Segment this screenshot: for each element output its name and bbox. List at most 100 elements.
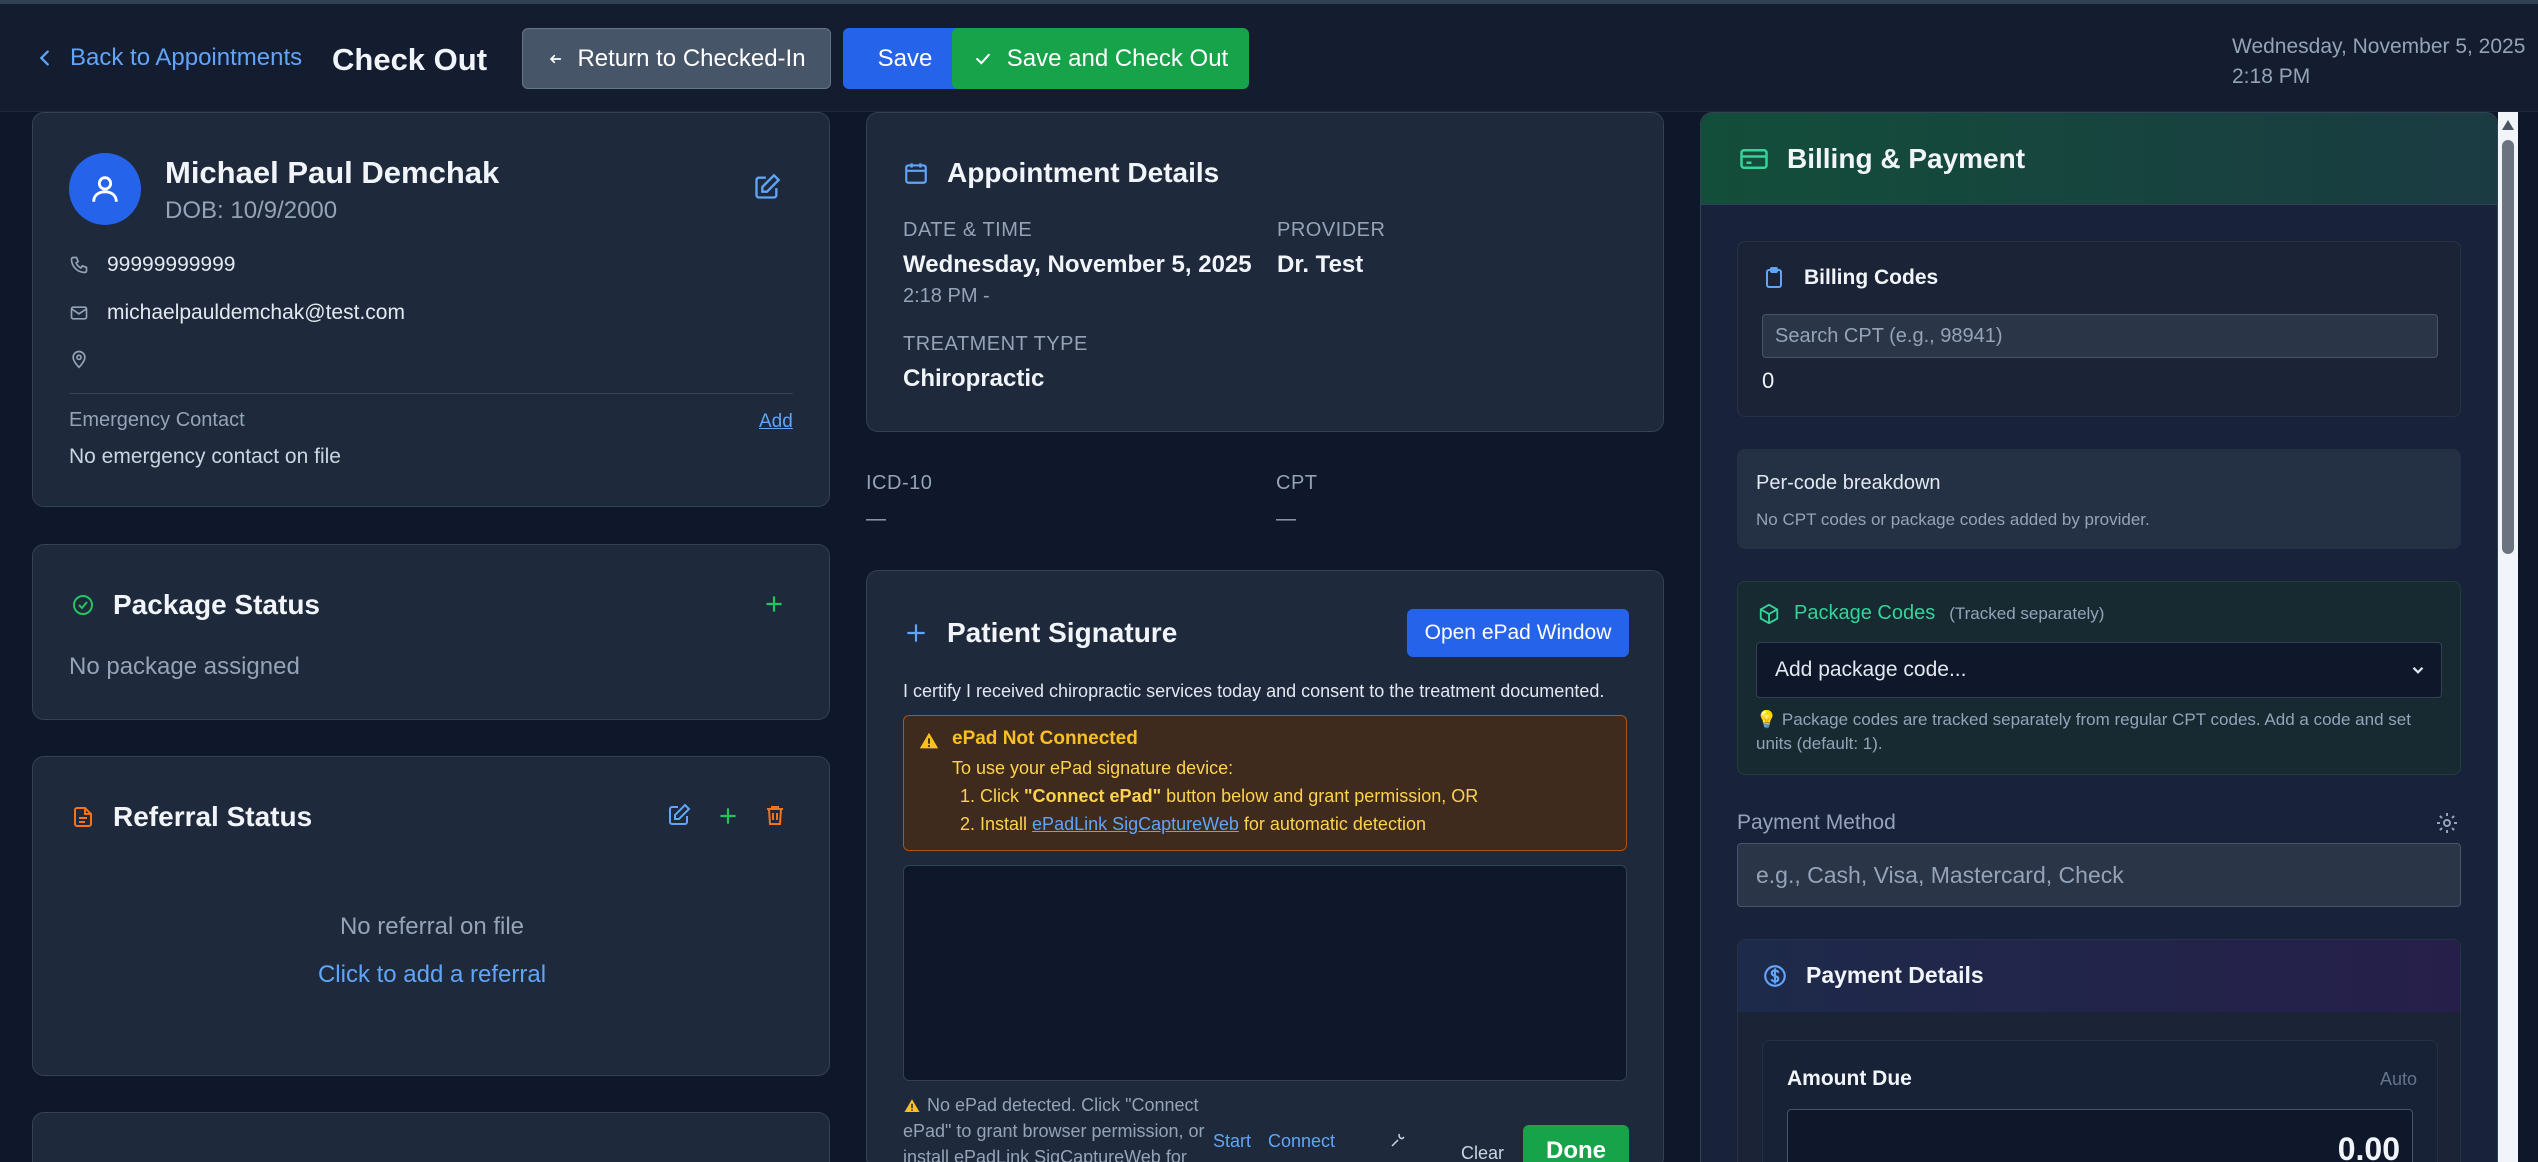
edit-patient-button[interactable] xyxy=(753,173,781,201)
warning-icon xyxy=(903,1097,921,1115)
arrow-left-icon xyxy=(547,51,563,67)
epad-warning-step1: 1. Click "Connect ePad" button below and… xyxy=(960,786,1478,807)
chevron-left-icon xyxy=(34,47,56,69)
epad-warning-box: ePad Not Connected To use your ePad sign… xyxy=(903,715,1627,851)
chevron-down-icon xyxy=(2409,661,2427,679)
check-icon xyxy=(973,49,993,69)
address-row xyxy=(69,349,107,369)
cpt-search-input[interactable]: Search CPT (e.g., 98941) xyxy=(1762,314,2438,358)
return-to-checked-in-button[interactable]: Return to Checked-In xyxy=(522,28,831,89)
step1-bold: "Connect ePad" xyxy=(1024,786,1162,806)
referral-status-card: Referral Status No referral on file Clic… xyxy=(32,756,830,1076)
billing-codes-section: Billing Codes Search CPT (e.g., 98941) 0 xyxy=(1737,241,2461,417)
epad-warning-intro: To use your ePad signature device: xyxy=(952,758,1234,778)
header-time: 2:18 PM xyxy=(2232,65,2311,88)
add-package-button[interactable] xyxy=(761,591,787,617)
done-signature-button[interactable]: Done xyxy=(1523,1125,1629,1162)
billing-title-row: Billing & Payment xyxy=(1739,143,2025,175)
user-icon xyxy=(92,176,118,202)
package-hint-line1: 💡 Package codes are tracked separately f… xyxy=(1756,710,2411,729)
save-and-check-out-button[interactable]: Save and Check Out xyxy=(952,28,1249,89)
payment-details-title-row: Payment Details xyxy=(1762,962,1984,989)
calendar-icon xyxy=(903,160,929,186)
per-code-breakdown-section: Per-code breakdown No CPT codes or packa… xyxy=(1737,449,2461,549)
amount-due-mode: Auto xyxy=(2379,1069,2417,1089)
back-to-appointments-link[interactable]: Back to Appointments xyxy=(34,44,302,72)
warning-icon xyxy=(918,730,940,752)
phone-row: 99999999999 xyxy=(69,253,235,277)
emergency-contact-value: No emergency contact on file xyxy=(69,445,341,468)
referral-empty-text: No referral on file xyxy=(339,913,525,940)
package-codes-note: (Tracked separately) xyxy=(1949,603,2105,623)
billing-codes-count: 0 xyxy=(1762,368,1775,393)
plus-icon xyxy=(903,620,929,646)
start-button[interactable]: Start xyxy=(1213,1131,1251,1152)
signature-pad[interactable] xyxy=(903,865,1627,1081)
amount-due-value: 0.00 xyxy=(2337,1130,2400,1162)
map-pin-icon xyxy=(69,349,89,369)
email-row: michaelpauldemchak@test.com xyxy=(69,301,405,325)
page-title: Check Out xyxy=(332,42,488,77)
edit-referral-button[interactable] xyxy=(667,803,693,829)
date-time-label: DATE & TIME xyxy=(903,219,1033,241)
mail-icon xyxy=(69,303,89,323)
provider-label: PROVIDER xyxy=(1277,219,1386,241)
epadlink-link[interactable]: ePadLink SigCaptureWeb xyxy=(1032,814,1239,834)
check-circle-icon xyxy=(71,593,95,617)
appointment-details-title: Appointment Details xyxy=(947,157,1220,188)
dollar-icon xyxy=(1762,963,1788,989)
appointment-details-card: Appointment Details DATE & TIME Wednesda… xyxy=(866,112,1664,432)
clear-signature-button[interactable]: Clear xyxy=(1461,1143,1504,1162)
payment-details-section: Payment Details Amount Due Auto 0.00 xyxy=(1737,939,2461,1162)
document-icon xyxy=(71,805,95,829)
scroll-up-arrow[interactable] xyxy=(2502,120,2514,130)
open-epad-window-button[interactable]: Open ePad Window xyxy=(1407,609,1629,657)
billing-codes-title-row: Billing Codes xyxy=(1762,266,1938,290)
save-button[interactable]: Save xyxy=(843,28,967,89)
add-emergency-contact-link[interactable]: Add xyxy=(759,411,793,433)
package-status-value: No package assigned xyxy=(69,653,300,680)
package-codes-title: Package Codes xyxy=(1794,602,1936,624)
package-hint-line2: units (default: 1). xyxy=(1756,734,1883,753)
time-value: 2:18 PM - xyxy=(903,285,990,307)
provider-value: Dr. Test xyxy=(1277,251,1364,278)
package-icon xyxy=(1758,603,1780,625)
treatment-type-label: TREATMENT TYPE xyxy=(903,333,1088,355)
step2-prefix: 2. Install xyxy=(960,814,1033,834)
package-code-select[interactable]: Add package code... xyxy=(1756,642,2442,698)
payment-details-title: Payment Details xyxy=(1806,962,1984,988)
edit-icon xyxy=(667,803,691,827)
emergency-contact-label: Emergency Contact xyxy=(69,409,245,431)
cpt-value: — xyxy=(1276,508,1296,530)
treatment-type-value: Chiropractic xyxy=(903,365,1045,392)
credit-card-icon xyxy=(1739,144,1769,174)
billing-payment-card: Billing & Payment Billing Codes Search C… xyxy=(1700,112,2498,1162)
package-codes-section: Package Codes (Tracked separately) Add p… xyxy=(1737,581,2461,775)
scrollbar[interactable] xyxy=(2498,112,2518,1162)
scrollbar-thumb[interactable] xyxy=(2502,140,2514,554)
plus-icon xyxy=(761,591,787,617)
package-status-title: Package Status xyxy=(113,589,320,620)
add-referral-button[interactable] xyxy=(715,803,741,829)
breakdown-empty-text: No CPT codes or package codes added by p… xyxy=(1756,510,2150,529)
patient-card: Michael Paul Demchak DOB: 10/9/2000 9999… xyxy=(32,112,830,507)
divider xyxy=(69,393,793,394)
gear-icon[interactable] xyxy=(2435,811,2459,835)
add-referral-link[interactable]: Click to add a referral xyxy=(33,961,831,989)
billing-codes-title: Billing Codes xyxy=(1804,266,1939,289)
header-date: Wednesday, November 5, 2025 xyxy=(2232,35,2526,58)
appointment-details-title-row: Appointment Details xyxy=(903,157,1219,189)
package-codes-title-row: Package Codes (Tracked separately) xyxy=(1758,602,2104,625)
patient-email: michaelpauldemchak@test.com xyxy=(107,301,405,324)
connect-epad-button[interactable]: Connect xyxy=(1268,1131,1335,1152)
no-epad-line2: ePad" to grant browser permission, or xyxy=(903,1121,1205,1141)
delete-referral-button[interactable] xyxy=(763,803,789,829)
icd10-label: ICD-10 xyxy=(866,472,933,494)
payment-method-input[interactable]: e.g., Cash, Visa, Mastercard, Check xyxy=(1737,843,2461,907)
amount-due-label: Amount Due xyxy=(1787,1067,1912,1090)
wrench-icon[interactable] xyxy=(1389,1131,1407,1149)
amount-due-input[interactable]: 0.00 xyxy=(1787,1109,2413,1162)
package-status-title-row: Package Status xyxy=(71,589,320,621)
referral-status-title-row: Referral Status xyxy=(71,801,312,833)
epad-warning-title: ePad Not Connected xyxy=(952,728,1138,749)
